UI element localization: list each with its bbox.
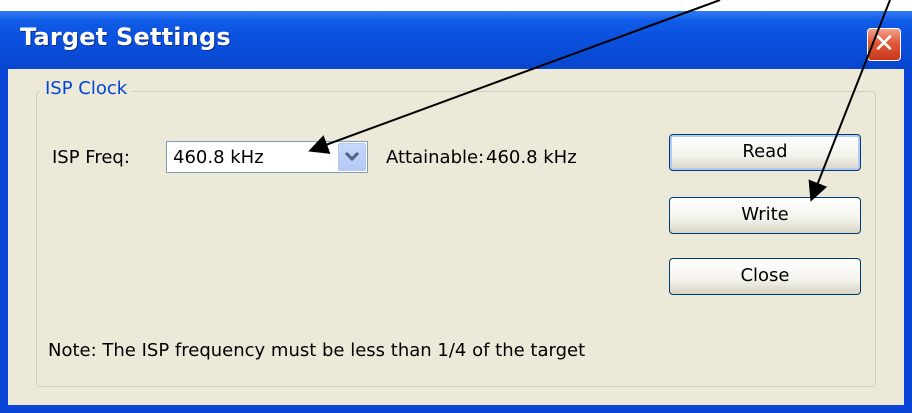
dropdown-button[interactable] <box>338 143 366 171</box>
window-close-button[interactable]: ✕ <box>867 28 901 61</box>
isp-freq-label: ISP Freq: <box>52 147 130 168</box>
close-icon: ✕ <box>873 29 895 59</box>
note-text: Note: The ISP frequency must be less tha… <box>48 340 586 361</box>
target-settings-window: Target Settings ✕ ISP Clock ISP Freq: 46… <box>0 11 912 413</box>
isp-freq-value: 460.8 kHz <box>173 147 264 168</box>
dialog-body: ISP Clock ISP Freq: 460.8 kHz Attainable… <box>8 69 904 405</box>
chevron-down-icon <box>344 151 360 162</box>
attainable-value: 460.8 kHz <box>486 147 577 168</box>
window-title: Target Settings <box>20 23 231 51</box>
title-bar[interactable]: Target Settings ✕ <box>0 11 912 69</box>
attainable-label: Attainable: <box>386 147 485 168</box>
isp-clock-legend: ISP Clock <box>40 78 133 99</box>
isp-freq-dropdown[interactable]: 460.8 kHz <box>166 141 368 173</box>
write-button[interactable]: Write <box>669 197 861 234</box>
close-button[interactable]: Close <box>669 258 861 295</box>
read-button[interactable]: Read <box>669 134 861 171</box>
